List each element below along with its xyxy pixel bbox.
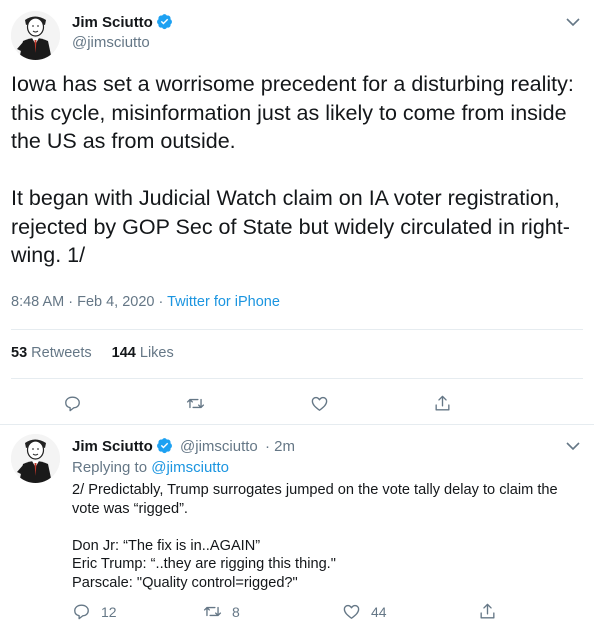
author-name[interactable]: Jim Sciutto [72, 14, 153, 31]
author-name[interactable]: Jim Sciutto [72, 438, 153, 455]
likes-count: 144 [111, 345, 136, 361]
retweets-count: 53 [11, 345, 28, 361]
like-count: 44 [371, 603, 387, 620]
chevron-down-icon[interactable] [566, 17, 580, 27]
share-button[interactable] [478, 602, 497, 621]
replying-prefix: Replying to [72, 459, 148, 476]
likes-stat[interactable]: 144 Likes [112, 345, 174, 361]
avatar-illustration [11, 11, 60, 60]
divider [11, 378, 583, 379]
share-button[interactable] [433, 394, 452, 413]
like-button[interactable] [310, 394, 329, 413]
author-handle[interactable]: @jimsciutto [180, 438, 258, 455]
share-icon [480, 603, 495, 619]
replying-to-link[interactable]: @jimsciutto [151, 459, 229, 476]
retweet-count: 8 [232, 603, 240, 620]
engagement-stats: 53 Retweets 144 Likes [11, 345, 174, 361]
verified-badge-icon [156, 438, 172, 454]
like-button[interactable]: 44 [342, 602, 387, 621]
tweet-source[interactable]: Twitter for iPhone [167, 294, 280, 310]
reply-button[interactable]: 12 [72, 602, 117, 621]
chevron-down-icon[interactable] [566, 441, 580, 451]
likes-label: Likes [139, 345, 174, 361]
share-icon [435, 395, 450, 411]
like-icon [343, 604, 360, 619]
retweets-stat[interactable]: 53 Retweets [11, 345, 92, 361]
tweet-age[interactable]: · 2m [265, 438, 295, 455]
reply-count: 12 [101, 603, 117, 620]
verified-badge-icon [156, 14, 172, 30]
retweet-icon [203, 606, 222, 617]
avatar[interactable] [11, 434, 60, 483]
replying-to: Replying to @jimsciutto [72, 459, 229, 476]
reply-icon [74, 604, 89, 620]
retweets-label: Retweets [31, 345, 92, 361]
reply-icon [65, 396, 80, 412]
reply-button[interactable] [63, 394, 82, 413]
retweet-button[interactable]: 8 [203, 602, 240, 621]
tweet-timestamp[interactable]: 8:48 AM · Feb 4, 2020 [11, 294, 154, 310]
author-block: Jim Sciutto @jimsciutto [72, 13, 173, 51]
reply-header: Jim Sciutto @jimsciutto · 2m [72, 437, 295, 455]
tweet-meta: 8:48 AM · Feb 4, 2020 · Twitter for iPho… [11, 294, 280, 310]
avatar-illustration [11, 434, 60, 483]
like-icon [311, 396, 328, 411]
reply-text: 2/ Predictably, Trump surrogates jumped … [72, 482, 558, 591]
divider [11, 329, 583, 330]
retweet-icon [186, 398, 205, 409]
avatar[interactable] [11, 11, 60, 60]
retweet-button[interactable] [186, 394, 205, 413]
author-handle[interactable]: @jimsciutto [72, 34, 173, 51]
tweet-text: Iowa has set a worrisome precedent for a… [11, 72, 574, 267]
meta-separator: · [154, 294, 168, 310]
